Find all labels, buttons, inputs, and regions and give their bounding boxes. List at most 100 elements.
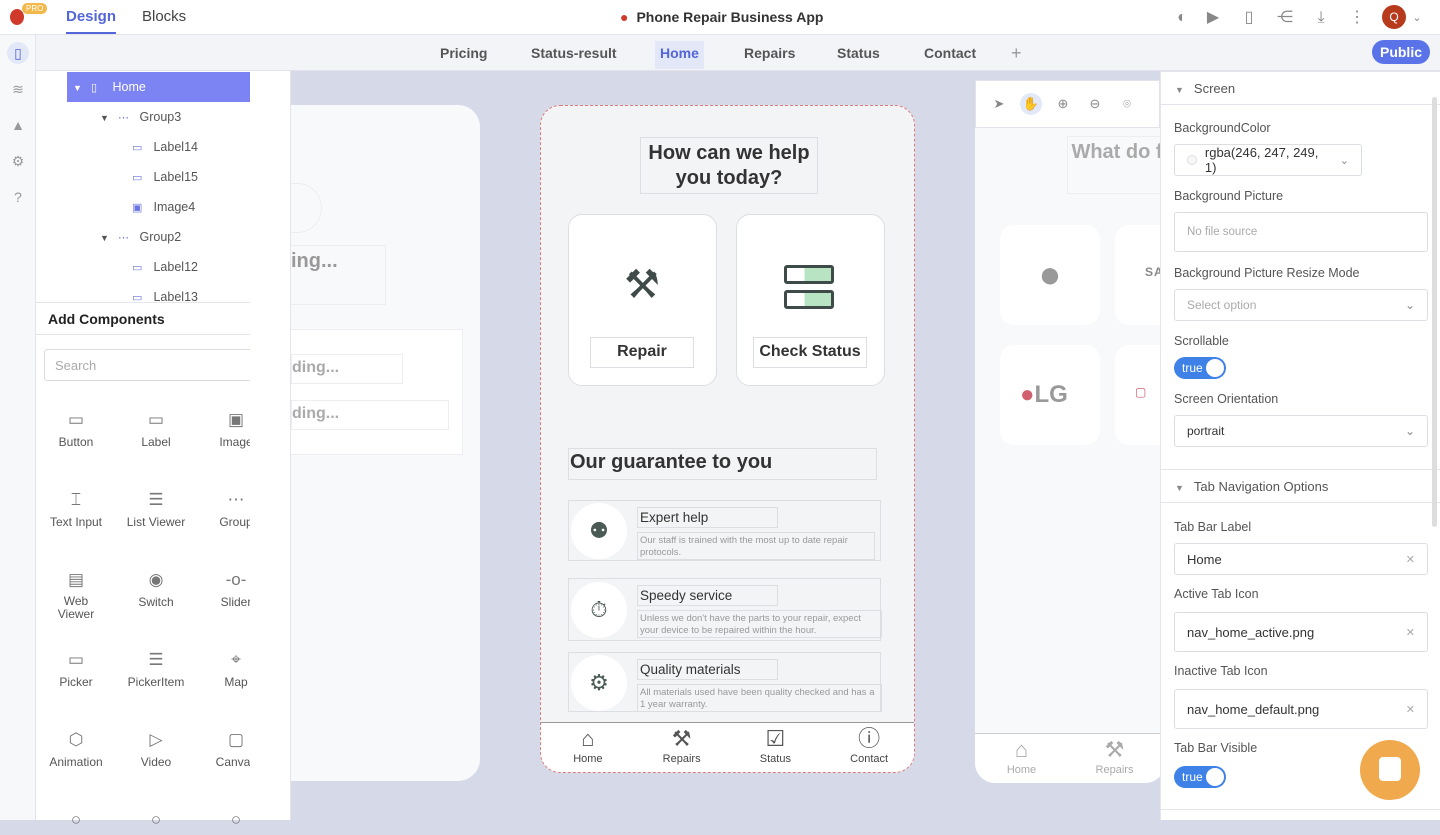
theme-contrast-icon[interactable]: ◐ bbox=[1172, 8, 1192, 28]
screen-tab-status[interactable]: Status bbox=[832, 41, 885, 69]
fit-screen-icon[interactable]: ⌾ bbox=[1116, 93, 1138, 115]
zoom-in-icon[interactable]: ⊕ bbox=[1052, 93, 1074, 115]
resize-mode-label: Background Picture Resize Mode bbox=[1174, 266, 1360, 280]
screen-tab-pricing[interactable]: Pricing bbox=[435, 41, 492, 69]
tab-label: Repairs bbox=[662, 753, 701, 765]
bg-color-picker[interactable]: rgba(246, 247, 249, 1) ⌄ bbox=[1174, 144, 1362, 176]
group-icon: ⋯ bbox=[118, 112, 129, 124]
component-picker[interactable]: ▭ Picker bbox=[36, 645, 116, 689]
tab-bar-label-input[interactable]: Home ✕ bbox=[1174, 543, 1428, 575]
component-search-input[interactable]: Search⌕ bbox=[44, 349, 282, 381]
zoom-out-icon[interactable]: ⊖ bbox=[1084, 93, 1106, 115]
screen-tabs-bar: Pricing Status-result Home Repairs Statu… bbox=[36, 35, 1440, 71]
component-label[interactable]: ▭ Label bbox=[116, 405, 196, 449]
scrollable-toggle[interactable]: true bbox=[1174, 357, 1226, 379]
web-viewer-icon: ▤ bbox=[67, 570, 85, 589]
screen-tab-status-result[interactable]: Status-result bbox=[526, 41, 622, 69]
clear-icon[interactable]: ✕ bbox=[1406, 703, 1415, 716]
chevron-down-icon[interactable]: ⌄ bbox=[1407, 8, 1427, 28]
check-status-card[interactable]: Check Status bbox=[736, 214, 885, 386]
phone-tab-repairs[interactable]: ⚒ Repairs bbox=[1068, 734, 1161, 783]
lg-logo-card[interactable]: ●LG bbox=[1000, 345, 1100, 445]
guarantee-desc: Unless we don't have the parts to your r… bbox=[637, 610, 882, 638]
phone-tab-contact[interactable]: ⓘ Contact bbox=[822, 723, 914, 772]
component-pickeritem[interactable]: ☰ PickerItem bbox=[116, 645, 196, 689]
oneplus-logo-card[interactable]: ▢ bbox=[1115, 345, 1165, 445]
tools-icon: ⚒ bbox=[671, 726, 692, 751]
home-icon: ⌂ bbox=[581, 726, 595, 751]
media-icon[interactable]: ▲ bbox=[7, 114, 29, 136]
tab-nav-section-header[interactable]: ▼ Tab Navigation Options bbox=[1161, 469, 1440, 503]
play-icon[interactable]: ▶ bbox=[1203, 8, 1223, 28]
properties-panel: ▼ Screen BackgroundColor rgba(246, 247, 2… bbox=[1160, 71, 1440, 820]
text-input-icon: ⌶ bbox=[70, 490, 82, 509]
expert-icon: ⚉ bbox=[571, 503, 627, 559]
resize-mode-select[interactable]: Select option ⌄ bbox=[1174, 289, 1428, 321]
pro-badge: PRO bbox=[22, 3, 48, 14]
help-icon[interactable]: ? bbox=[7, 186, 29, 208]
tab-bar-visible-toggle[interactable]: true bbox=[1174, 766, 1226, 788]
tab-blocks[interactable]: Blocks bbox=[142, 8, 186, 25]
guarantee-row: ⚉ Expert help Our staff is trained with … bbox=[568, 500, 881, 561]
guarantee-row: ⏱ Speedy service Unless we don't have th… bbox=[568, 578, 882, 641]
scrollbar[interactable] bbox=[1432, 97, 1437, 527]
device-preview-icon[interactable]: ▯ bbox=[1239, 8, 1259, 28]
component-more[interactable]: ○ bbox=[116, 805, 196, 835]
home-screen-preview[interactable]: How can we help you today? ⚒ Repair Chec… bbox=[540, 105, 915, 773]
settings-gear-icon[interactable]: ⚙ bbox=[7, 150, 29, 172]
component-animation[interactable]: ⬡ Animation bbox=[36, 725, 116, 769]
tree-item-label: Group2 bbox=[139, 230, 182, 244]
screens-icon[interactable]: ▯ bbox=[7, 42, 29, 64]
image-icon: ▣ bbox=[132, 202, 143, 214]
clear-icon[interactable]: ✕ bbox=[1406, 553, 1415, 566]
screen-tab-contact[interactable]: Contact bbox=[919, 41, 981, 69]
database-icon[interactable]: ≋ bbox=[7, 78, 29, 100]
component-label: Group bbox=[219, 515, 253, 529]
component-more[interactable]: ○ bbox=[36, 805, 116, 835]
active-tab-icon-input[interactable]: nav_home_active.png ✕ bbox=[1174, 612, 1428, 652]
app-icon: ● bbox=[620, 9, 629, 25]
tab-label: Contact bbox=[850, 753, 889, 765]
screen-tab-repairs[interactable]: Repairs bbox=[739, 41, 800, 69]
component-switch[interactable]: ◉ Switch bbox=[116, 565, 196, 609]
component-video[interactable]: ▷ Video bbox=[116, 725, 196, 769]
tree-item-label: Label13 bbox=[153, 290, 198, 302]
phone-tab-home[interactable]: ⌂ Home bbox=[541, 723, 635, 772]
bg-picture-input[interactable]: No file source bbox=[1174, 212, 1428, 252]
download-icon[interactable]: ⤓ bbox=[1311, 8, 1331, 28]
clear-icon[interactable]: ✕ bbox=[1406, 626, 1415, 639]
component-text-input[interactable]: ⌶ Text Input bbox=[36, 485, 116, 529]
label-icon: ▭ bbox=[132, 292, 143, 302]
right-screen-preview[interactable]: What do fixed ● SAM ●LG ▢ ⌂Home ⚒Repairs bbox=[975, 80, 1165, 783]
repair-card[interactable]: ⚒ Repair bbox=[568, 214, 717, 386]
hand-pan-icon[interactable]: ✋ bbox=[1020, 93, 1042, 115]
component-web-viewer[interactable]: ▤ Web Viewer bbox=[36, 565, 116, 621]
phone-tab-status[interactable]: ☑ Status bbox=[729, 723, 823, 772]
component-list-viewer[interactable]: ☰ List Viewer bbox=[116, 485, 196, 529]
phone-tab-home[interactable]: ⌂ Home bbox=[975, 734, 1068, 783]
button-icon: ▭ bbox=[67, 410, 85, 429]
tab-design[interactable]: Design bbox=[66, 8, 117, 34]
tree-item-label: Group3 bbox=[139, 110, 182, 124]
orientation-select[interactable]: portrait ⌄ bbox=[1174, 415, 1428, 447]
screen-tab-home[interactable]: Home bbox=[655, 41, 704, 69]
add-screen-button[interactable]: + bbox=[1006, 41, 1027, 69]
component-button[interactable]: ▭ Button bbox=[36, 405, 116, 449]
screen-section-header[interactable]: ▼ Screen bbox=[1161, 71, 1440, 105]
component-label: Button bbox=[58, 435, 94, 449]
avatar[interactable]: Q bbox=[1382, 5, 1406, 29]
tab-bar-label-value: Home bbox=[1187, 551, 1222, 567]
caret-down-icon: ▼ bbox=[1175, 85, 1184, 95]
component-label: Image bbox=[219, 435, 253, 449]
active-tab-icon-value: nav_home_active.png bbox=[1187, 624, 1315, 640]
check-status-label: Check Status bbox=[753, 337, 867, 368]
more-icon[interactable]: ⋮ bbox=[1347, 8, 1367, 28]
phone-tab-repairs[interactable]: ⚒ Repairs bbox=[635, 723, 729, 772]
samsung-logo-card[interactable]: SAM bbox=[1115, 225, 1165, 325]
share-icon[interactable]: ⋲ bbox=[1275, 8, 1295, 28]
public-button[interactable]: Public bbox=[1372, 40, 1430, 64]
chat-support-button[interactable] bbox=[1360, 740, 1420, 800]
select-pointer-icon[interactable]: ➤ bbox=[988, 93, 1010, 115]
apple-logo-card[interactable]: ● bbox=[1000, 225, 1100, 325]
inactive-tab-icon-input[interactable]: nav_home_default.png ✕ bbox=[1174, 689, 1428, 729]
